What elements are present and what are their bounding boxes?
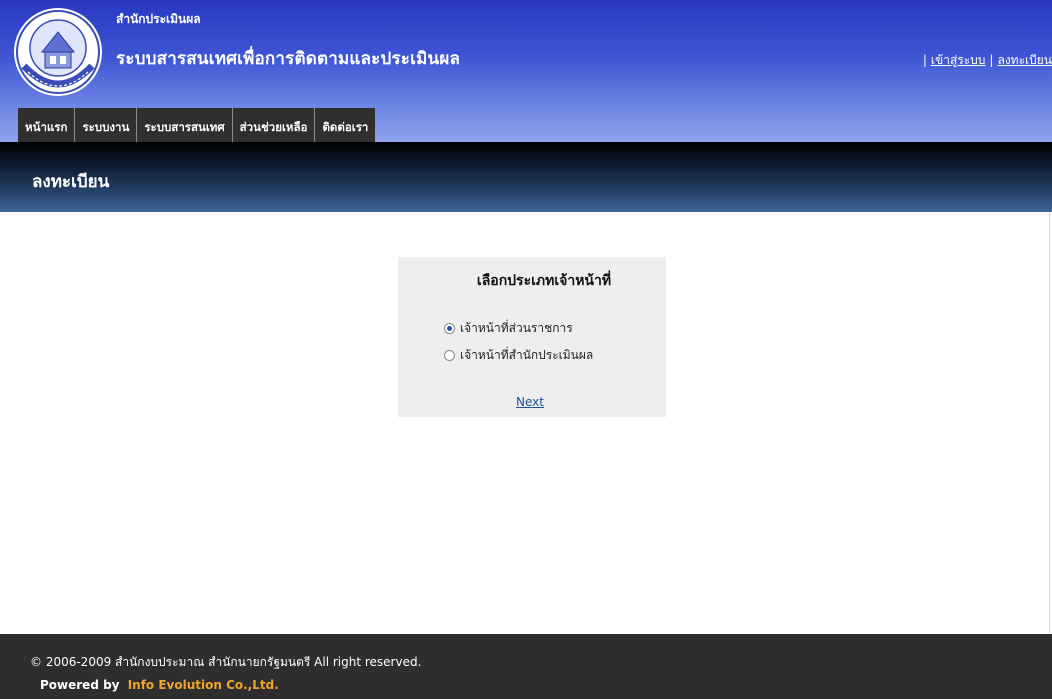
option-label: เจ้าหน้าที่สำนักประเมินผล [460,348,594,362]
login-link[interactable]: เข้าสู่ระบบ [931,53,986,67]
budget-bureau-seal-icon [14,8,102,96]
officer-type-title: เลือกประเภทเจ้าหน้าที่ [476,273,612,289]
nav-item-home[interactable]: หน้าแรก [18,108,76,142]
radio-button-icon[interactable] [444,350,455,361]
next-link-wrapper: Next [398,391,666,410]
nav-item-contact[interactable]: ติดต่อเรา [315,108,376,142]
link-separator: | [989,53,994,67]
nav-item-work-system[interactable]: ระบบงาน [75,108,138,142]
option-government-agency-officer[interactable]: เจ้าหน้าที่ส่วนราชการ [444,319,573,338]
site-header: สำนักประเมินผล ระบบสารสนเทศเพื่อการติดตา… [0,0,1052,142]
page-title: ลงทะเบียน [32,172,110,192]
option-label: เจ้าหน้าที่ส่วนราชการ [460,321,573,335]
copyright-text: © 2006-2009 สำนักงบประมาณ สำนักนายกรัฐมน… [30,655,422,669]
radio-button-icon[interactable] [444,323,455,334]
org-name: สำนักประเมินผล [116,12,201,26]
system-title: ระบบสารสนเทศเพื่อการติดตามและประเมินผล [116,49,461,69]
officer-type-panel: เลือกประเภทเจ้าหน้าที่ เจ้าหน้าที่ส่วนรา… [398,257,666,417]
powered-by-label: Powered by [40,678,120,692]
option-evaluation-office-officer[interactable]: เจ้าหน้าที่สำนักประเมินผล [444,346,593,365]
nav-item-help[interactable]: ส่วนช่วยเหลือ [232,108,316,142]
site-footer: © 2006-2009 สำนักงบประมาณ สำนักนายกรัฐมน… [0,634,1052,699]
nav-item-information-system[interactable]: ระบบสารสนเทศ [137,108,233,142]
powered-by: Powered by Info Evolution Co.,Ltd. [40,678,279,692]
link-separator: | [922,53,927,67]
next-link[interactable]: Next [516,395,544,409]
top-links: | เข้าสู่ระบบ | ลงทะเบียน [919,51,1052,70]
page-banner: ลงทะเบียน [0,142,1052,212]
content-border [1049,212,1050,634]
register-link[interactable]: ลงทะเบียน [997,53,1052,67]
company-name: Info Evolution Co.,Ltd. [127,678,279,692]
main-nav: หน้าแรก ระบบงาน ระบบสารสนเทศ ส่วนช่วยเหล… [18,108,376,142]
